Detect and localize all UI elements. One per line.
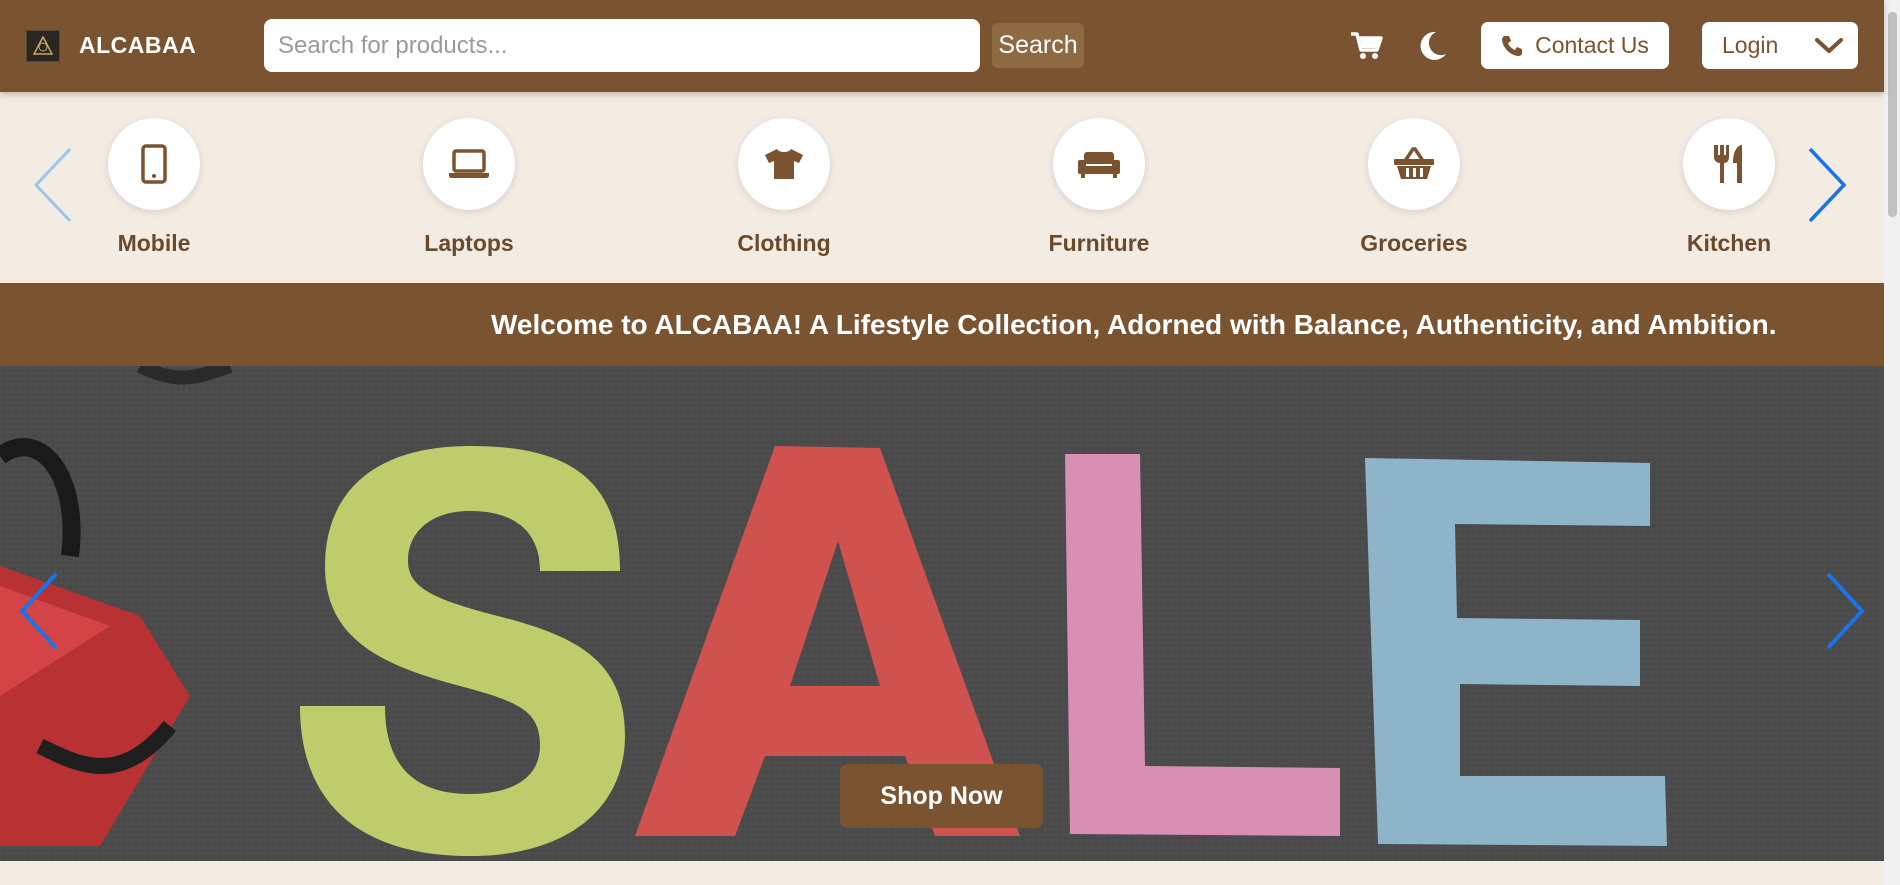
- shop-now-button[interactable]: Shop Now: [840, 764, 1043, 828]
- category-item-clothing[interactable]: Clothing: [699, 118, 869, 257]
- login-label: Login: [1722, 32, 1779, 58]
- hero-prev-arrow-icon[interactable]: [14, 566, 74, 666]
- laptop-icon: [423, 118, 515, 210]
- welcome-message: Welcome to ALCABAA! A Lifestyle Collecti…: [491, 308, 1777, 340]
- vertical-scrollbar[interactable]: [1884, 0, 1900, 885]
- category-label: Mobile: [117, 230, 191, 256]
- hero-next-arrow-icon[interactable]: [1820, 566, 1880, 666]
- contact-us-button[interactable]: Contact Us: [1481, 22, 1669, 69]
- welcome-banner: Welcome to ALCABAA! A Lifestyle Collecti…: [0, 283, 1884, 366]
- category-item-kitchen[interactable]: Kitchen: [1644, 118, 1814, 257]
- phone-icon: [1502, 35, 1523, 56]
- couch-icon: [1053, 118, 1145, 210]
- category-label: Furniture: [1048, 230, 1150, 256]
- tshirt-icon: [738, 118, 830, 210]
- cart-icon[interactable]: [1346, 26, 1386, 66]
- category-item-furniture[interactable]: Furniture: [1014, 118, 1184, 257]
- page-content-start: [0, 861, 1884, 885]
- category-item-mobile[interactable]: Mobile: [69, 118, 239, 257]
- login-dropdown[interactable]: Login: [1702, 22, 1858, 69]
- category-label: Groceries: [1360, 230, 1468, 256]
- top-navbar: ALCABAA Search Contact Us Login: [0, 0, 1884, 92]
- moon-icon[interactable]: [1412, 26, 1452, 66]
- search-button[interactable]: Search: [992, 23, 1084, 68]
- search-input[interactable]: [264, 19, 980, 72]
- category-item-laptops[interactable]: Laptops: [384, 118, 554, 257]
- category-carousel: [0, 92, 1884, 283]
- brand-name[interactable]: ALCABAA: [79, 32, 196, 59]
- scrollbar-thumb[interactable]: [1888, 12, 1897, 217]
- category-label: Kitchen: [1686, 230, 1772, 256]
- mobile-icon: [108, 118, 200, 210]
- brand-logo[interactable]: [26, 30, 60, 62]
- category-label: Laptops: [424, 230, 514, 256]
- category-label: Clothing: [737, 230, 831, 256]
- utensils-icon: [1683, 118, 1775, 210]
- chevron-down-icon: [1815, 37, 1843, 53]
- basket-icon: [1368, 118, 1460, 210]
- category-item-groceries[interactable]: Groceries: [1329, 118, 1499, 257]
- contact-us-label: Contact Us: [1535, 32, 1649, 58]
